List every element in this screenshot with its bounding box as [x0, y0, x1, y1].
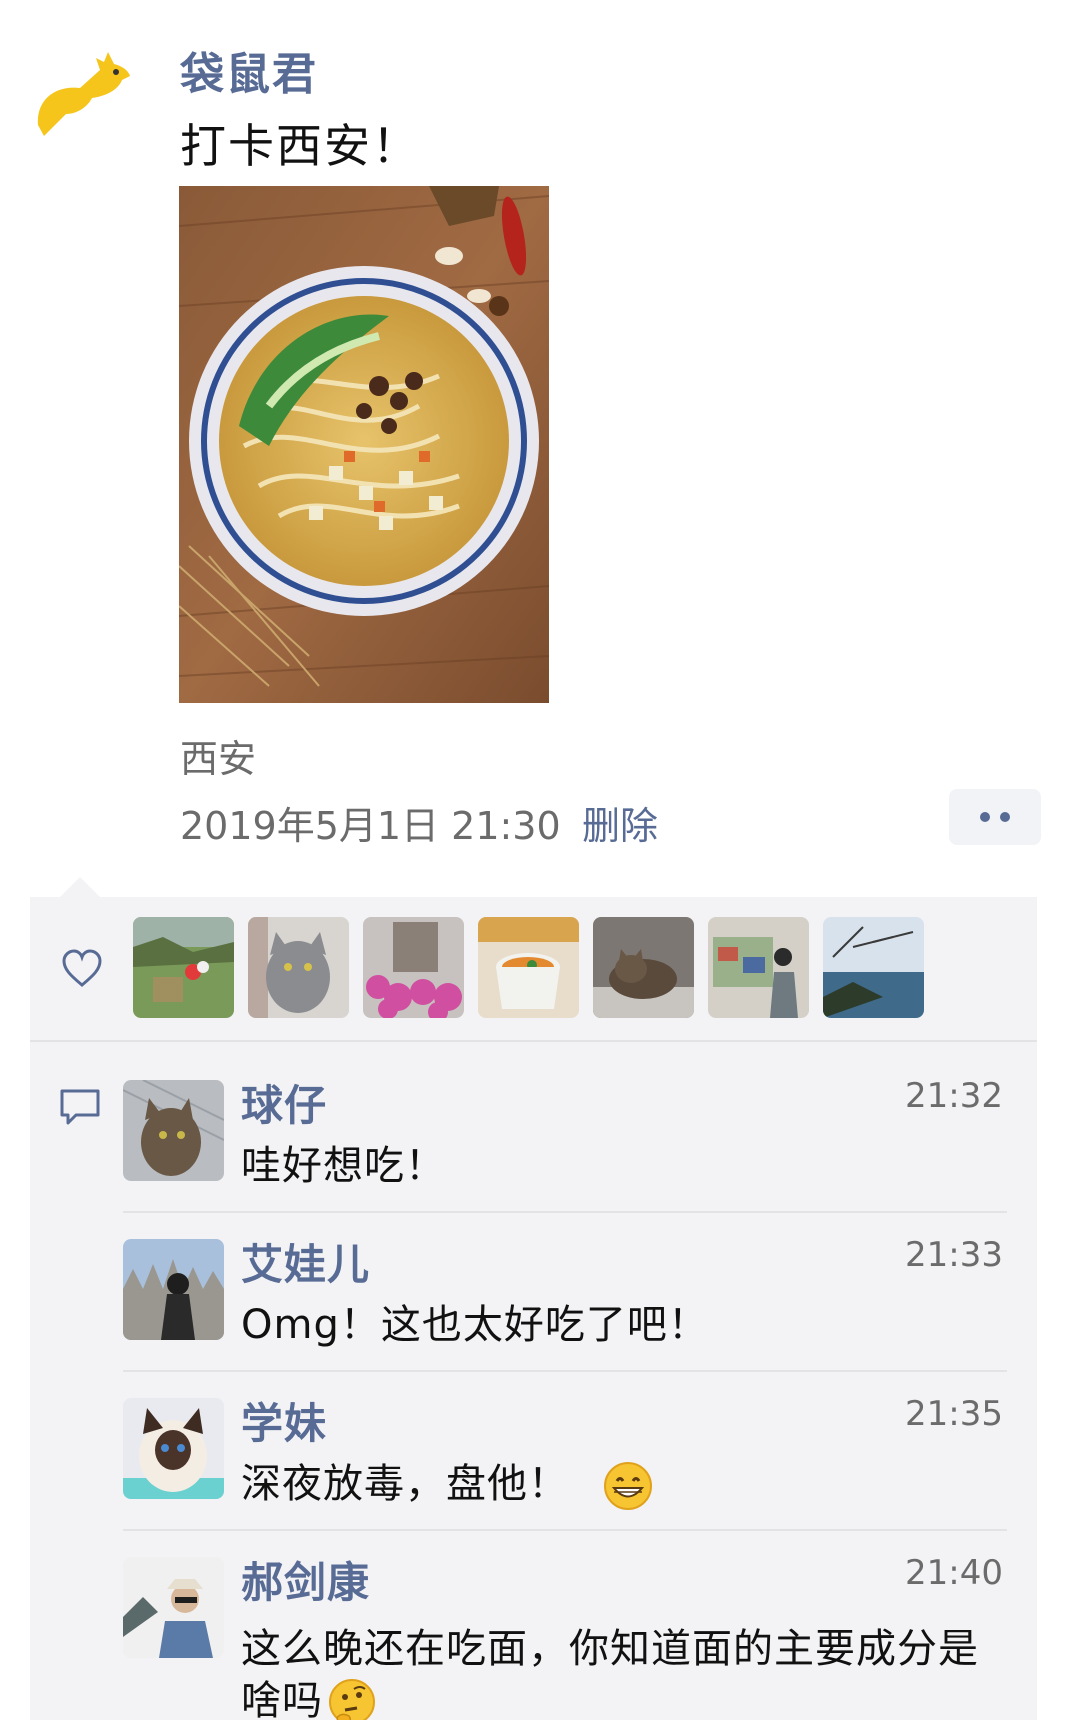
comment-text: 哇好想吃！	[241, 1143, 446, 1189]
thinking-emoji-icon	[327, 1678, 377, 1720]
commenter-name[interactable]: 球仔	[241, 1072, 327, 1133]
pink-flowers-photo[interactable]	[363, 917, 464, 1018]
comment-item[interactable]: 球仔 21:32 哇好想吃！	[123, 1076, 1037, 1230]
soup-cup-photo[interactable]	[478, 917, 579, 1018]
grey-cat-photo[interactable]	[248, 917, 349, 1018]
comment-text: 这么晚还在吃面，你知道面的主要成分是啥吗	[241, 1623, 1011, 1720]
comment-item[interactable]: 学妹 21:35 深夜放毒，盘他！	[123, 1394, 1037, 1548]
commenter-name[interactable]: 艾娃儿	[241, 1231, 370, 1292]
likes-divider	[30, 1040, 1037, 1042]
coast-tree-photo[interactable]	[823, 917, 924, 1018]
commenter-name[interactable]: 学妹	[241, 1390, 327, 1451]
comment-divider	[123, 1211, 1007, 1213]
moments-post: 袋鼠君 打卡西安！ 西安 2019年5月1日 21:30 删除 球仔 21:32…	[0, 0, 1069, 1720]
tabby-cat-avatar[interactable]	[123, 1080, 224, 1181]
comment-text-body: 深夜放毒，盘他！	[241, 1461, 569, 1507]
dot-icon	[980, 812, 990, 822]
kangaroo-avatar[interactable]	[30, 40, 140, 150]
comment-icon	[58, 1087, 102, 1127]
comment-time: 21:35	[905, 1394, 1003, 1434]
more-actions-button[interactable]	[949, 789, 1041, 845]
panel-caret	[60, 877, 100, 897]
comment-divider	[123, 1529, 1007, 1531]
noodle-bowl-photo[interactable]	[179, 186, 549, 703]
comment-divider	[123, 1370, 1007, 1372]
grin-emoji-icon	[603, 1461, 653, 1511]
comment-item[interactable]: 艾娃儿 21:33 Omg！这也太好吃了吧！	[123, 1235, 1037, 1389]
post-location[interactable]: 西安	[180, 728, 256, 783]
dot-icon	[1000, 812, 1010, 822]
commenter-name[interactable]: 郝剑康	[241, 1549, 370, 1610]
likes-row	[30, 897, 1037, 1041]
comment-time: 21:32	[905, 1076, 1003, 1116]
comment-text: Omg！这也太好吃了吧！	[241, 1302, 709, 1348]
comment-text: 深夜放毒，盘他！	[241, 1458, 1011, 1511]
man-with-hat-avatar[interactable]	[123, 1557, 224, 1658]
comment-time: 21:33	[905, 1235, 1003, 1275]
paraglider-photo[interactable]	[133, 917, 234, 1018]
tabby-cat-photo[interactable]	[593, 917, 694, 1018]
ragdoll-cat-avatar[interactable]	[123, 1398, 224, 1499]
cathedral-avatar[interactable]	[123, 1239, 224, 1340]
interaction-panel: 球仔 21:32 哇好想吃！ 艾娃儿 21:33 Omg！这也太好吃了吧！ 学妹…	[30, 897, 1037, 1720]
heart-icon	[60, 947, 104, 991]
post-timestamp: 2019年5月1日 21:30	[180, 804, 561, 848]
comment-time: 21:40	[905, 1553, 1003, 1593]
post-text: 打卡西安！	[180, 119, 420, 173]
wall-poster-person-photo[interactable]	[708, 917, 809, 1018]
author-name[interactable]: 袋鼠君	[180, 38, 318, 102]
delete-button[interactable]: 删除	[582, 795, 658, 850]
comment-item[interactable]: 郝剑康 21:40 这么晚还在吃面，你知道面的主要成分是啥吗	[123, 1553, 1037, 1720]
